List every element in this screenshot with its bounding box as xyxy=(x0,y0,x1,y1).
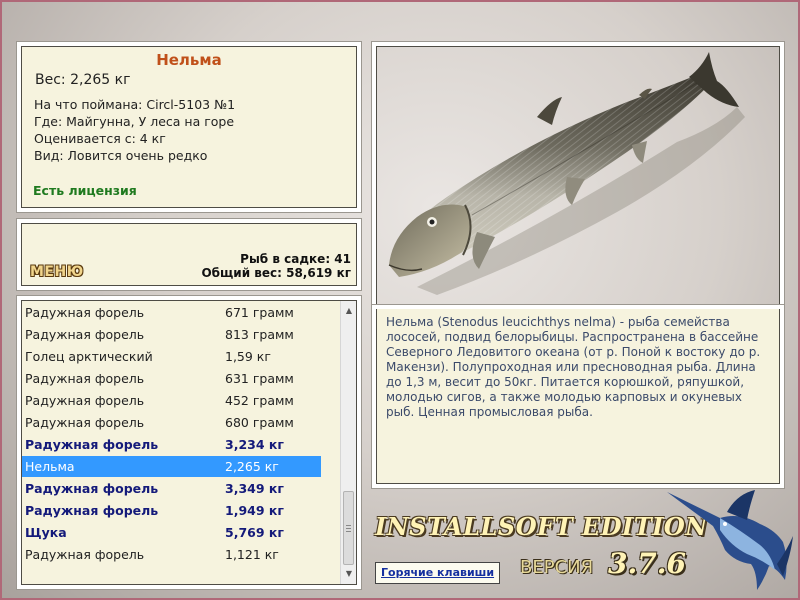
list-scrollbar[interactable]: ▲ ▼ xyxy=(340,301,356,584)
list-item-weight: 1,949 кг xyxy=(225,503,284,518)
description-panel: Нельма (Stenodus leucichthys nelma) - ры… xyxy=(376,309,780,484)
list-item[interactable]: Радужная форель 452 грамм xyxy=(22,390,321,411)
list-item-name: Радужная форель xyxy=(25,393,145,408)
list-item-weight: 1,59 кг xyxy=(225,349,271,364)
catch-info-panel: Нельма Вес: 2,265 кг На что поймана: Cir… xyxy=(21,46,357,208)
total-weight: Общий вес: 58,619 кг xyxy=(201,266,351,280)
list-item-weight: 680 грамм xyxy=(225,415,294,430)
edition-title: INSTALLSOFT EDITION xyxy=(375,512,708,541)
list-item[interactable]: Радужная форель 3,349 кг xyxy=(22,478,321,499)
list-item-weight: 3,349 кг xyxy=(225,481,284,496)
scroll-up-arrow-icon[interactable]: ▲ xyxy=(341,303,356,319)
list-item-name: Нельма xyxy=(25,459,75,474)
list-item[interactable]: Радужная форель 3,234 кг xyxy=(22,434,321,455)
list-item[interactable]: Радужная форель 671 грамм xyxy=(22,302,321,323)
list-item-weight: 5,769 кг xyxy=(225,525,284,540)
list-item-weight: 631 грамм xyxy=(225,371,294,386)
list-item[interactable]: Радужная форель 680 грамм xyxy=(22,412,321,433)
rarity-line: Вид: Ловится очень редко xyxy=(34,148,208,163)
list-item-selected[interactable]: Нельма 2,265 кг xyxy=(22,456,321,477)
list-item-name: Радужная форель xyxy=(25,305,145,320)
list-item-name: Радужная форель xyxy=(25,371,145,386)
list-item-weight: 452 грамм xyxy=(225,393,294,408)
list-item-name: Голец арктический xyxy=(25,349,153,364)
list-item[interactable]: Радужная форель 631 грамм xyxy=(22,368,321,389)
list-item-weight: 2,265 кг xyxy=(225,459,279,474)
stats-panel: МЕНЮ Рыб в садке: 41 Общий вес: 58,619 к… xyxy=(21,223,357,286)
list-item[interactable]: Радужная форель 813 грамм xyxy=(22,324,321,345)
list-item-name: Радужная форель xyxy=(25,481,159,496)
place-line: Где: Майгунна, У леса на горе xyxy=(34,114,235,129)
list-item-name: Щука xyxy=(25,525,67,540)
list-item-name: Радужная форель xyxy=(25,327,145,342)
fish-photo-panel xyxy=(376,46,780,309)
list-item[interactable]: Радужная форель 1,121 кг xyxy=(22,544,321,565)
list-item-weight: 813 грамм xyxy=(225,327,294,342)
license-status: Есть лицензия xyxy=(33,183,137,198)
fish-weight: Вес: 2,265 кг xyxy=(35,72,131,88)
nelma-fish-image xyxy=(388,52,745,295)
fish-count: Рыб в садке: 41 xyxy=(240,252,351,266)
fish-title: Нельма xyxy=(156,51,222,69)
hotkeys-link[interactable]: Горячие клавиши xyxy=(375,562,501,584)
marlin-icon xyxy=(667,490,793,590)
scroll-down-arrow-icon[interactable]: ▼ xyxy=(341,566,356,582)
list-item[interactable]: Щука 5,769 кг xyxy=(22,522,321,543)
scroll-thumb[interactable] xyxy=(343,491,354,565)
list-item[interactable]: Голец арктический 1,59 кг xyxy=(22,346,321,367)
catch-list[interactable]: Радужная форель 671 грамм Радужная форель 8… xyxy=(21,300,357,585)
list-item-weight: 671 грамм xyxy=(225,305,294,320)
list-item-name: Радужная форель xyxy=(25,547,145,562)
list-item-name: Радужная форель xyxy=(25,503,159,518)
list-item-weight: 1,121 кг xyxy=(225,547,279,562)
version-label: ВЕРСИЯ xyxy=(520,557,594,578)
list-item[interactable]: Радужная форель 1,949 кг xyxy=(22,500,321,521)
list-item-name: Радужная форель xyxy=(25,437,159,452)
rated-line: Оценивается с: 4 кг xyxy=(34,131,166,146)
list-item-name: Радужная форель xyxy=(25,415,145,430)
bait-line: На что поймана: Circl-5103 №1 xyxy=(34,97,236,112)
menu-button[interactable]: МЕНЮ xyxy=(30,264,84,280)
fish-description: Нельма (Stenodus leucichthys nelma) - ры… xyxy=(386,315,761,419)
list-item-weight: 3,234 кг xyxy=(225,437,284,452)
